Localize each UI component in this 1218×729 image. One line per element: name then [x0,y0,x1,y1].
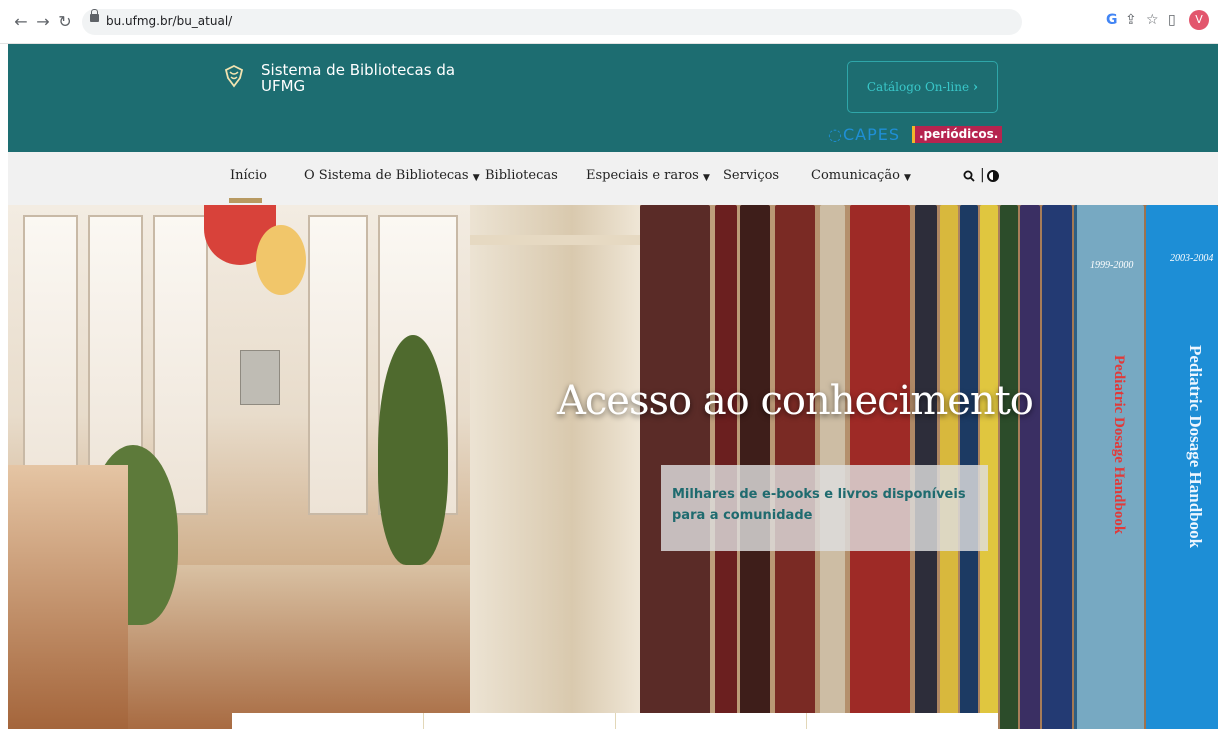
nav-item-servicos[interactable]: Serviços [723,168,779,183]
nav-item-bibliotecas[interactable]: Bibliotecas [485,168,558,183]
quick-links-cards [232,713,998,729]
reload-icon[interactable]: ↻ [56,13,74,31]
browser-toolbar: ← → ↻ bu.ufmg.br/bu_atual/ G ⇪ ☆ ▯ V [0,0,1218,44]
share-icon[interactable]: ⇪ [1125,12,1137,28]
caret-down-icon: ▼ [904,173,911,183]
quick-link-card[interactable] [232,713,424,729]
tab-icon[interactable]: ▯ [1168,12,1176,28]
search-icon[interactable] [963,170,975,182]
url-text[interactable]: bu.ufmg.br/bu_atual/ [106,14,232,28]
hero-banner: Pediatric Dosage Handbook Pediatric Dosa… [8,205,1218,729]
book-spine-text-2: Pediatric Dosage Handbook [1186,345,1205,549]
quick-link-card[interactable] [616,713,808,729]
hero-subtitle: Milhares de e-books e livros disponíveis… [661,465,988,551]
chevron-right-icon: › [972,80,979,95]
bookmark-star-icon[interactable]: ☆ [1146,12,1159,28]
nav-item-comunicacao[interactable]: Comunicação ▼ [811,168,911,183]
catalog-online-button[interactable]: Catálogo On-line › [847,61,998,113]
profile-avatar[interactable]: V [1189,10,1209,30]
capes-swirl-icon: ◌ [828,125,843,144]
forward-arrow-icon[interactable]: → [34,13,52,31]
nav-item-sistema[interactable]: O Sistema de Bibliotecas ▼ [304,168,480,183]
google-icon[interactable]: G [1106,12,1118,28]
quick-link-card[interactable] [424,713,616,729]
hero-photo-shelf [470,205,640,729]
catalog-button-label: Catálogo On-line [866,80,970,94]
back-arrow-icon[interactable]: ← [12,13,30,31]
site-header [8,44,1218,152]
nav-item-especiais[interactable]: Especiais e raros ▼ [586,168,710,183]
hero-photo-library-hall [8,205,470,729]
active-tab-indicator [229,198,262,203]
nav-divider: | [980,167,985,183]
periodicos-logo[interactable]: .periódicos. [912,126,1003,143]
site-title[interactable]: Sistema de Bibliotecas da UFMG [261,62,461,94]
book-spine-text-1: Pediatric Dosage Handbook [1111,355,1127,535]
lock-icon[interactable] [90,9,99,22]
caret-down-icon: ▼ [472,173,480,183]
quick-link-card[interactable] [807,713,998,729]
contrast-toggle-icon[interactable] [987,170,999,182]
hero-title: Acesso ao conhecimento [557,378,1034,424]
nav-item-inicio[interactable]: Início [230,168,267,183]
capes-logo[interactable]: ◌CAPES [828,125,900,144]
caret-down-icon: ▼ [702,173,710,183]
capes-logo-text: CAPES [842,125,900,144]
ufmg-logo-icon[interactable] [222,64,246,88]
